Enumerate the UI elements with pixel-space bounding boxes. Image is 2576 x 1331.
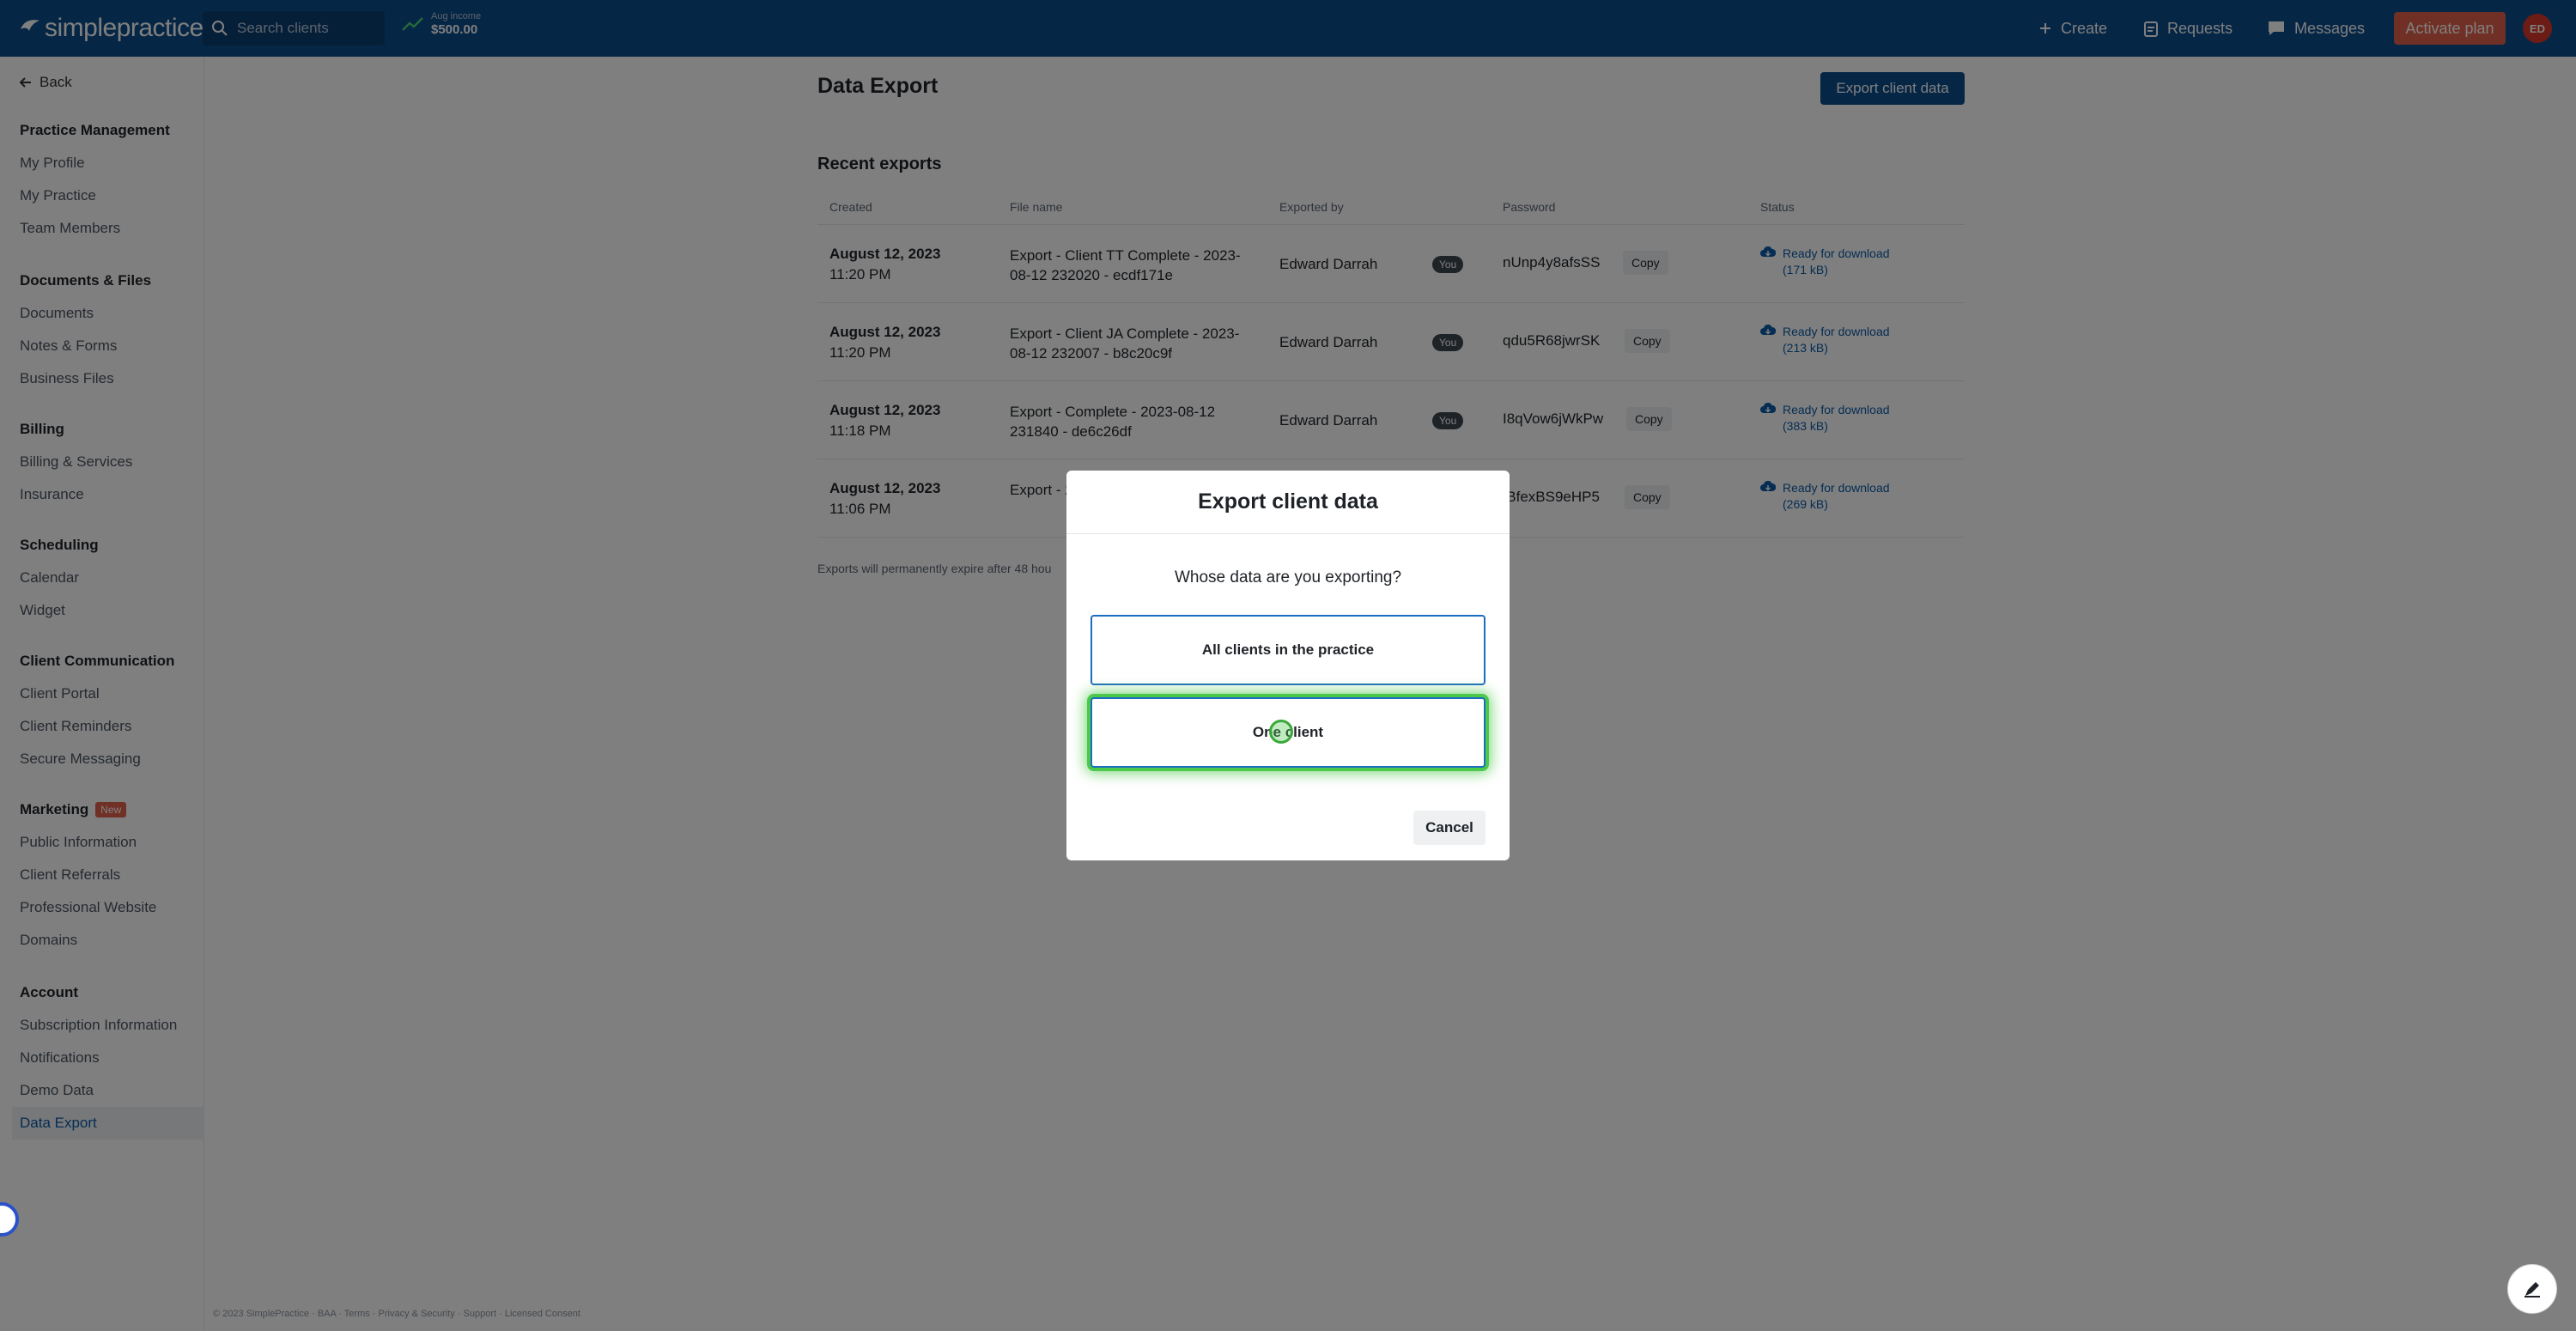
all-clients-option[interactable]: All clients in the practice	[1091, 615, 1485, 685]
export-client-data-dialog: Export client data Whose data are you ex…	[1066, 471, 1510, 860]
click-indicator	[1269, 720, 1293, 744]
help-button[interactable]	[2507, 1264, 2557, 1314]
dialog-question: Whose data are you exporting?	[1174, 568, 1402, 586]
cancel-button[interactable]: Cancel	[1413, 811, 1485, 845]
pen-icon	[2524, 1282, 2540, 1298]
dialog-title: Export client data	[1066, 471, 1510, 534]
